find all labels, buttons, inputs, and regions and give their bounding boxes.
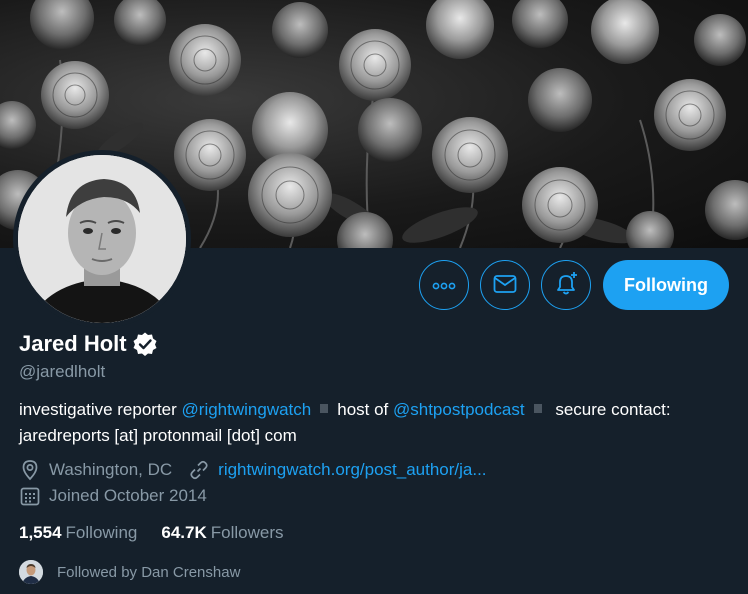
profile-meta-row: Washington, DC rightwingwatch.org/post_a…	[19, 459, 487, 481]
profile-handle: @jaredlholt	[19, 362, 106, 381]
followed-by-text: Followed by Dan Crenshaw	[57, 563, 241, 581]
bio-mention-link[interactable]: @rightwingwatch	[182, 400, 312, 419]
notifications-button[interactable]	[541, 260, 591, 310]
following-count: 1,554	[19, 523, 62, 542]
bell-plus-icon	[553, 271, 579, 300]
bio-mention-link[interactable]: @shtpostpodcast	[393, 400, 525, 419]
verified-badge-icon	[132, 331, 158, 357]
message-button[interactable]	[480, 260, 530, 310]
profile-bio: investigative reporter @rightwingwatch ho…	[19, 397, 719, 449]
following-button[interactable]: Following	[603, 260, 729, 310]
location-pin-icon	[19, 459, 41, 481]
profile-name: Jared Holt	[19, 331, 127, 356]
more-icon	[432, 278, 456, 293]
followers-stat-link[interactable]: 64.7K Followers	[161, 523, 283, 543]
profile-joined-date: Joined October 2014	[49, 486, 207, 505]
calendar-icon	[19, 485, 41, 507]
followed-by-row[interactable]: Followed by Dan Crenshaw	[19, 560, 240, 584]
following-stat-link[interactable]: 1,554 Following	[19, 523, 137, 543]
profile-joined-row: Joined October 2014	[19, 485, 207, 507]
bio-text: host of	[337, 400, 393, 419]
followers-label: Followers	[210, 523, 284, 542]
profile-location: Washington, DC	[49, 460, 173, 479]
profile-page: Following Jared Holt @jaredlholt investi…	[0, 0, 748, 594]
followers-count: 64.7K	[161, 523, 207, 542]
following-label: Following	[65, 523, 138, 542]
avatar-photo	[18, 155, 186, 323]
profile-stats: 1,554 Following 64.7K Followers	[19, 523, 307, 543]
bio-separator	[320, 404, 329, 413]
profile-avatar[interactable]	[13, 150, 191, 328]
mail-icon	[493, 274, 517, 297]
website-link[interactable]: rightwingwatch.org/post_author/ja...	[218, 460, 486, 480]
profile-name-row: Jared Holt	[19, 331, 158, 357]
follower-avatar	[19, 560, 43, 584]
bio-separator	[533, 404, 542, 413]
profile-website: rightwingwatch.org/post_author/ja...	[188, 459, 487, 481]
bio-text: investigative reporter	[19, 400, 182, 419]
link-icon	[188, 459, 210, 481]
more-options-button[interactable]	[419, 260, 469, 310]
